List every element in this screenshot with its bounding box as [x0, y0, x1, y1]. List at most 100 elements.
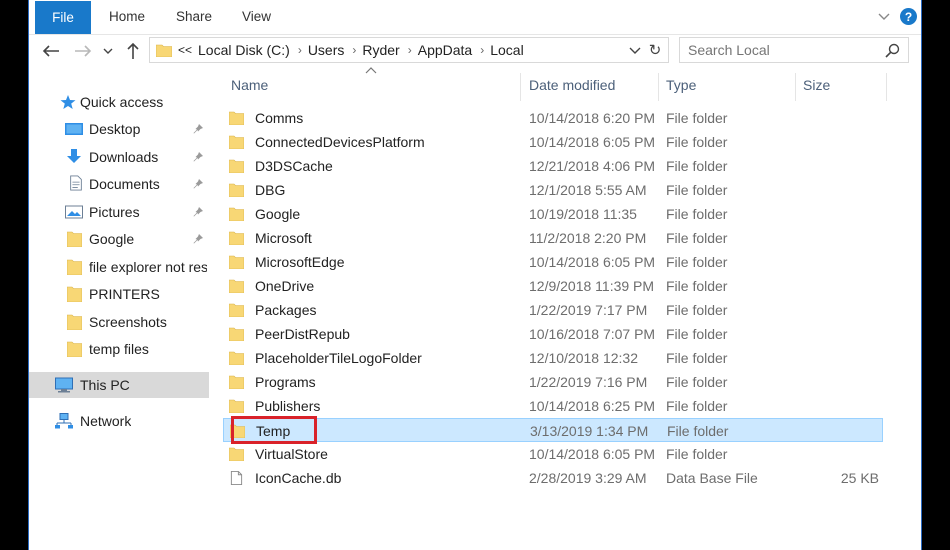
file-name: Comms [255, 110, 304, 126]
file-type: File folder [666, 110, 728, 126]
file-date-modified: 10/16/2018 7:07 PM [529, 326, 656, 342]
sidebar-item-this-pc[interactable]: This PC [29, 372, 209, 398]
table-row[interactable]: MicrosoftEdge 10/14/2018 6:05 PM File fold… [223, 250, 883, 274]
breadcrumb-separator-icon[interactable]: › [352, 43, 356, 57]
sidebar-label: Downloads [89, 149, 159, 165]
sidebar-item-desktop[interactable]: Desktop [29, 116, 209, 142]
file-type: File folder [666, 446, 728, 462]
file-name: VirtualStore [255, 446, 328, 462]
table-row[interactable]: PlaceholderTileLogoFolder 12/10/2018 12:3… [223, 346, 883, 370]
breadcrumb-ryder[interactable]: Ryder [362, 42, 399, 58]
downloads-icon [67, 149, 81, 163]
refresh-icon[interactable]: ↻ [646, 41, 664, 59]
sidebar-item-temp-files[interactable]: temp files [29, 336, 209, 362]
tab-file[interactable]: File [35, 1, 91, 34]
table-row[interactable]: PeerDistRepub 10/16/2018 7:07 PM File fold… [223, 322, 883, 346]
breadcrumb-separator-icon[interactable]: › [408, 43, 412, 57]
breadcrumb-separator-icon[interactable]: › [298, 43, 302, 57]
search-icon[interactable] [885, 43, 900, 58]
table-row[interactable]: DBG 12/1/2018 5:55 AM File folder [223, 178, 883, 202]
breadcrumb-local[interactable]: Local [490, 42, 523, 58]
tab-share[interactable]: Share [176, 9, 212, 24]
expand-ribbon-icon[interactable] [877, 9, 891, 23]
column-divider[interactable] [886, 73, 887, 101]
file-type: File folder [666, 302, 728, 318]
table-row[interactable]: Programs 1/22/2019 7:16 PM File folder [223, 370, 883, 394]
column-header-name[interactable]: Name [231, 67, 268, 103]
sidebar-item-printers[interactable]: PRINTERS [29, 281, 209, 307]
pin-icon[interactable] [192, 178, 204, 190]
file-type: File folder [667, 423, 729, 439]
back-button[interactable] [41, 41, 61, 61]
file-name: Programs [255, 374, 316, 390]
folder-icon [229, 231, 244, 245]
search-box[interactable] [679, 37, 909, 63]
folder-icon [67, 231, 82, 247]
file-date-modified: 12/21/2018 4:06 PM [529, 158, 656, 174]
table-row[interactable]: IconCache.db 2/28/2019 3:29 AM Data Base F… [223, 466, 883, 490]
column-divider[interactable] [520, 73, 521, 101]
table-row[interactable]: OneDrive 12/9/2018 11:39 PM File folder [223, 274, 883, 298]
breadcrumb-local-disk[interactable]: Local Disk (C:) [198, 42, 290, 58]
column-header-type[interactable]: Type [666, 67, 696, 103]
pin-icon[interactable] [192, 206, 204, 218]
tab-view[interactable]: View [242, 9, 271, 24]
file-type: File folder [666, 230, 728, 246]
table-row[interactable]: Comms 10/14/2018 6:20 PM File folder [223, 106, 883, 130]
sidebar-item-pictures[interactable]: Pictures [29, 199, 209, 225]
sidebar-label: This PC [80, 377, 130, 393]
sidebar-item-documents[interactable]: Documents [29, 171, 209, 197]
recent-locations-button[interactable] [101, 41, 115, 61]
sidebar-item-network[interactable]: Network [29, 408, 209, 434]
pin-icon[interactable] [192, 233, 204, 245]
sidebar-item-downloads[interactable]: Downloads [29, 144, 209, 170]
table-row[interactable]: Packages 1/22/2019 7:17 PM File folder [223, 298, 883, 322]
breadcrumb-separator-icon[interactable]: › [480, 43, 484, 57]
breadcrumb-appdata[interactable]: AppData [418, 42, 472, 58]
folder-icon [67, 314, 82, 330]
forward-arrow-icon [75, 45, 92, 57]
desktop-icon [65, 123, 83, 135]
tab-home[interactable]: Home [109, 9, 145, 24]
file-date-modified: 2/28/2019 3:29 AM [529, 470, 647, 486]
sidebar-item-screenshots[interactable]: Screenshots [29, 309, 209, 335]
pin-icon[interactable] [192, 151, 204, 163]
search-input[interactable] [680, 42, 870, 58]
table-row[interactable]: Publishers 10/14/2018 6:25 PM File folder [223, 394, 883, 418]
file-name: PlaceholderTileLogoFolder [255, 350, 422, 366]
breadcrumb-overflow[interactable]: << [178, 43, 192, 57]
table-row[interactable]: Google 10/19/2018 11:35 File folder [223, 202, 883, 226]
sidebar-item-google[interactable]: Google [29, 226, 209, 252]
file-date-modified: 10/14/2018 6:05 PM [529, 446, 656, 462]
sidebar-label: Google [89, 231, 135, 247]
file-name: Microsoft [255, 230, 312, 246]
table-row[interactable]: VirtualStore 10/14/2018 6:05 PM File folde… [223, 442, 883, 466]
sidebar-label: Quick access [80, 94, 164, 110]
column-divider[interactable] [658, 73, 659, 101]
forward-button[interactable] [73, 41, 93, 61]
address-dropdown-icon[interactable] [628, 43, 642, 57]
folder-icon [229, 111, 244, 125]
column-divider[interactable] [795, 73, 796, 101]
table-row[interactable]: Temp 3/13/2019 1:34 PM File folder [223, 416, 883, 444]
help-icon[interactable]: ? [900, 8, 917, 25]
sidebar-label: PRINTERS [89, 286, 160, 302]
column-header-size[interactable]: Size [803, 67, 830, 103]
sidebar-item-file-explorer-not-responding[interactable]: file explorer not resp [29, 254, 209, 280]
table-row[interactable]: Microsoft 11/2/2018 2:20 PM File folder [223, 226, 883, 250]
table-row[interactable]: ConnectedDevicesPlatform 10/14/2018 6:05 … [223, 130, 883, 154]
chevron-down-icon [103, 48, 113, 54]
pin-icon[interactable] [192, 123, 204, 135]
table-row[interactable]: D3DSCache 12/21/2018 4:06 PM File folder [223, 154, 883, 178]
address-bar[interactable]: << Local Disk (C:) › Users › Ryder › App… [149, 37, 669, 63]
column-header-date-modified[interactable]: Date modified [529, 67, 615, 103]
file-name: DBG [255, 182, 286, 198]
file-type: Data Base File [666, 470, 758, 486]
breadcrumb-users[interactable]: Users [308, 42, 345, 58]
file-name: Publishers [255, 398, 321, 414]
up-button[interactable] [123, 41, 143, 61]
sidebar-item-quick-access[interactable]: Quick access [29, 89, 209, 115]
ribbon: File Home Share View ? [29, 0, 921, 35]
file-type: File folder [666, 134, 728, 150]
back-arrow-icon [42, 45, 59, 57]
